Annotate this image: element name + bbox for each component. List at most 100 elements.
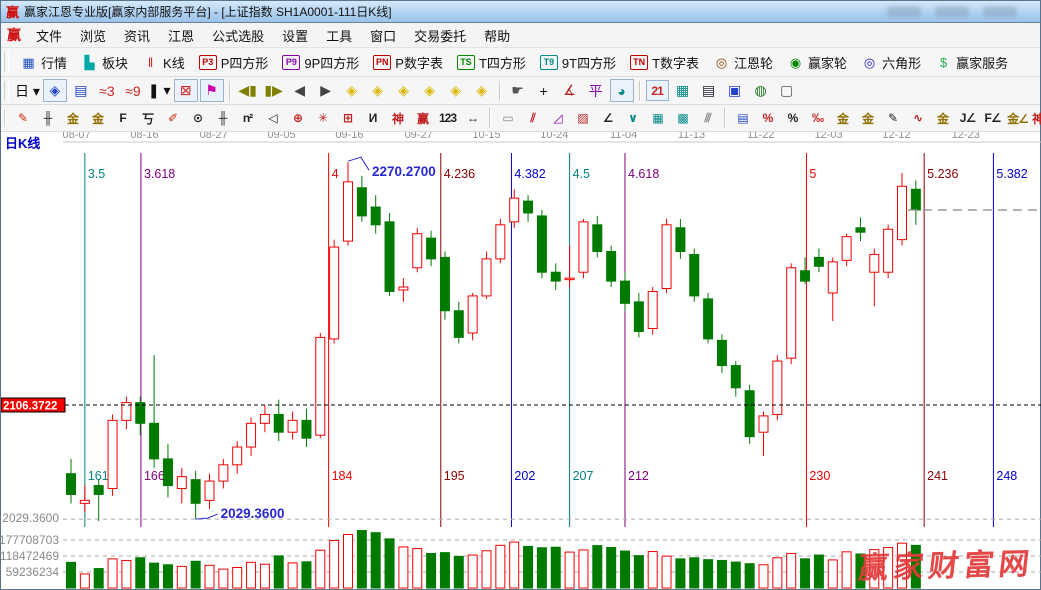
- menu-item-window[interactable]: 窗口: [361, 26, 405, 47]
- angle-ruler-icon[interactable]: ◁: [261, 108, 284, 129]
- menu-item-tools[interactable]: 工具: [317, 26, 361, 47]
- pen-black-icon[interactable]: ✎: [881, 108, 904, 129]
- menu-item-file[interactable]: 文件: [27, 26, 71, 47]
- menu-item-browse[interactable]: 浏览: [71, 26, 115, 47]
- angle-lines-icon[interactable]: ∠: [596, 108, 619, 129]
- permille-icon[interactable]: ‰: [806, 108, 829, 129]
- menu-item-news[interactable]: 资讯: [115, 26, 159, 47]
- n-square-icon[interactable]: n²: [236, 108, 259, 129]
- gold-angle-icon[interactable]: 金∠: [1006, 108, 1029, 129]
- gold-level-icon[interactable]: 金: [931, 108, 954, 129]
- jump-last-icon[interactable]: ▮▶: [262, 79, 286, 102]
- box-tool-icon[interactable]: ▭: [496, 108, 519, 129]
- calendar-icon[interactable]: 21: [646, 80, 669, 101]
- flag-chart-icon[interactable]: ⚑: [200, 79, 224, 102]
- hatch-box-icon[interactable]: ▨: [571, 108, 594, 129]
- menu-item-gann[interactable]: 江恩: [159, 26, 203, 47]
- square-burst-icon[interactable]: ⊞: [336, 108, 359, 129]
- kline-chart[interactable]: 08-0708-1608-2709-0509-1609-2710-1510-24…: [1, 132, 1041, 590]
- angle-measure-icon[interactable]: ∡: [558, 79, 582, 102]
- export-disk-icon[interactable]: ◍: [749, 79, 773, 102]
- grid-teal-icon[interactable]: ▦: [646, 108, 669, 129]
- time-cycle-icon[interactable]: ⊙: [186, 108, 209, 129]
- region-map-icon[interactable]: ⊠: [174, 79, 198, 102]
- f-angle-icon[interactable]: F∠: [981, 108, 1004, 129]
- hand-drag-icon[interactable]: ☛: [506, 79, 530, 102]
- candle-style-picker-icon[interactable]: ❚ ▾: [147, 79, 172, 102]
- page-left-icon[interactable]: ◀: [288, 79, 312, 102]
- grid-123-icon[interactable]: 123: [436, 108, 459, 129]
- gold-grid-2-icon[interactable]: 金: [86, 108, 109, 129]
- gold-grid-1-icon[interactable]: 金: [61, 108, 84, 129]
- wave-9-icon[interactable]: ≈9: [121, 79, 145, 102]
- j-angle-icon[interactable]: J∠: [956, 108, 979, 129]
- toolbar-button-kline[interactable]: ‖K线: [135, 51, 192, 74]
- gann-grid-icon[interactable]: ╫: [36, 108, 59, 129]
- menu-bar: 赢 文件浏览资讯江恩公式选股设置工具窗口交易委托帮助: [1, 23, 1040, 48]
- info-panel-icon[interactable]: ▤: [69, 79, 93, 102]
- toolbar-button-t-number-table[interactable]: TNT数字表: [623, 51, 706, 74]
- h-measure-icon[interactable]: ↔: [461, 108, 484, 129]
- menu-item-help[interactable]: 帮助: [475, 26, 519, 47]
- window-controls[interactable]: [887, 6, 1017, 17]
- diamond-h-expand-icon[interactable]: ◈: [392, 79, 416, 102]
- menu-item-formula-stock-pick[interactable]: 公式选股: [203, 26, 273, 47]
- k-marker-icon[interactable]: И: [361, 108, 384, 129]
- toolbar-button-hexagon[interactable]: ◎六角形: [854, 51, 928, 74]
- calculator-icon[interactable]: ▦: [671, 79, 695, 102]
- toolbar-button-winner-wheel[interactable]: ◉赢家轮: [780, 51, 854, 74]
- ying-grid-icon[interactable]: 赢: [411, 108, 434, 129]
- fan-box-icon[interactable]: ◿: [546, 108, 569, 129]
- brain-analysis-icon[interactable]: ◕: [610, 79, 634, 102]
- gold-lines-icon[interactable]: 金: [856, 108, 879, 129]
- toolbar-button-sectors[interactable]: ▙板块: [74, 51, 135, 74]
- wave-3-icon[interactable]: ≈3: [95, 79, 119, 102]
- diamond-left-icon[interactable]: ◈: [340, 79, 364, 102]
- minimize-button[interactable]: [887, 6, 921, 17]
- hexagon-label: 六角形: [882, 53, 921, 72]
- page-right-icon[interactable]: ▶: [314, 79, 338, 102]
- maximize-button[interactable]: [935, 6, 969, 17]
- slant-lines-icon[interactable]: ⫻: [696, 108, 719, 129]
- grid-teal-2-icon[interactable]: ▩: [671, 108, 694, 129]
- toolbar-button-winner-service[interactable]: $赢家服务: [928, 51, 1015, 74]
- toolbar-button-9t-square[interactable]: T99T四方形: [533, 51, 623, 74]
- v-check-icon[interactable]: ∨: [621, 108, 644, 129]
- ping-tool-icon[interactable]: 平: [584, 79, 608, 102]
- toolbar-button-p-number-table[interactable]: PNP数字表: [366, 51, 450, 74]
- crosshair-icon[interactable]: +: [532, 79, 556, 102]
- diamond-right-icon[interactable]: ◈: [366, 79, 390, 102]
- gold-circle-icon[interactable]: 金: [831, 108, 854, 129]
- workstation-icon[interactable]: ▢: [775, 79, 799, 102]
- target-red-icon[interactable]: ⊕: [286, 108, 309, 129]
- shen-angle-icon[interactable]: 神∠: [1031, 108, 1041, 129]
- toolbar-button-p-square[interactable]: P3P四方形: [192, 51, 276, 74]
- diamond-compress-icon[interactable]: ◈: [418, 79, 442, 102]
- percent-icon[interactable]: %: [781, 108, 804, 129]
- brush-2-icon[interactable]: ✐: [161, 108, 184, 129]
- shen-grid-icon[interactable]: 神: [386, 108, 409, 129]
- diamond-expand-all-icon[interactable]: ◈: [444, 79, 468, 102]
- toolbar-button-t-square[interactable]: TST四方形: [450, 51, 533, 74]
- spiral-icon[interactable]: 丂: [136, 108, 159, 129]
- menu-item-settings[interactable]: 设置: [273, 26, 317, 47]
- toolbar-button-gann-wheel[interactable]: ◎江恩轮: [706, 51, 780, 74]
- jump-first-icon[interactable]: ◀▮: [236, 79, 260, 102]
- ray-fan-red-icon[interactable]: ⫽: [521, 108, 544, 129]
- grid-plain-icon[interactable]: ╫: [211, 108, 234, 129]
- wave-red-icon[interactable]: ∿: [906, 108, 929, 129]
- close-button[interactable]: [983, 6, 1017, 17]
- menu-item-trade-entrust[interactable]: 交易委托: [405, 26, 475, 47]
- notes-icon[interactable]: ▤: [697, 79, 721, 102]
- toolbar-button-market-quotes[interactable]: ▦行情: [13, 51, 74, 74]
- period-day-picker-icon[interactable]: 日 ▾: [14, 79, 41, 102]
- toolbar-button-9p-square[interactable]: P99P四方形: [275, 51, 366, 74]
- save-icon[interactable]: ▣: [723, 79, 747, 102]
- overview-map-icon[interactable]: ◈: [43, 79, 67, 102]
- f-grid-icon[interactable]: F: [111, 108, 134, 129]
- star-burst-icon[interactable]: ✳: [311, 108, 334, 129]
- diamond-fit-icon[interactable]: ◈: [470, 79, 494, 102]
- list-blue-icon[interactable]: ▤: [731, 108, 754, 129]
- brush-red-icon[interactable]: ✎: [11, 108, 34, 129]
- percent-line-icon[interactable]: %: [756, 108, 779, 129]
